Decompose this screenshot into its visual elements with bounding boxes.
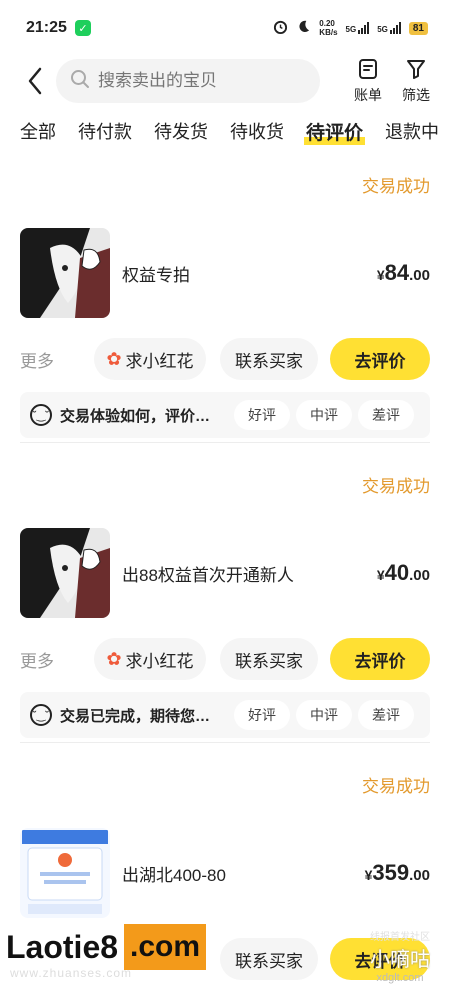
product-thumbnail <box>20 228 110 318</box>
watermark-domain: .com <box>124 924 207 970</box>
contact-buyer-button[interactable]: 联系买家 <box>220 638 318 680</box>
rate-good-button[interactable]: 好评 <box>234 700 290 730</box>
wechat-icon: ✓ <box>74 20 91 36</box>
review-button[interactable]: 去评价 <box>330 338 430 380</box>
watermark-badge-top: 线报首发社区 <box>370 932 430 943</box>
item-title: 出湖北400-80 <box>122 865 226 885</box>
ask-flower-button[interactable]: ✿ 求小红花 <box>94 338 206 380</box>
tab-pending-shipment[interactable]: 待发货 <box>154 118 208 144</box>
price-decimal: .00 <box>409 567 430 584</box>
net-type-1: 5G <box>345 25 357 34</box>
order-item[interactable]: 出88权益首次开通新人 ¥40.00 <box>20 528 430 618</box>
status-time: 21:25 <box>26 19 67 36</box>
signal-icon <box>358 22 370 34</box>
product-thumbnail <box>20 828 110 918</box>
tab-pending-receipt[interactable]: 待收货 <box>230 118 284 144</box>
divider <box>20 742 430 743</box>
bill-label: 账单 <box>354 86 382 103</box>
header: 账单 筛选 <box>0 56 450 106</box>
more-button[interactable]: 更多 <box>20 647 54 672</box>
tab-pending-review[interactable]: 待评价 <box>303 118 366 145</box>
item-title: 权益专拍 <box>122 265 190 285</box>
price-int: 84 <box>384 260 410 285</box>
feedback-bar: ˘‿˘ 交易已完成，期待您… 好评 中评 差评 <box>20 692 430 738</box>
status-bar: 21:25 ✓ 0.20 KB/s 5G 5G 81 <box>0 0 450 56</box>
price-int: 359 <box>372 860 410 885</box>
rate-bad-button[interactable]: 差评 <box>358 400 414 430</box>
review-button[interactable]: 去评价 <box>330 638 430 680</box>
bill-icon <box>357 58 379 83</box>
watermark-brand: Laotie8 <box>6 928 119 965</box>
rate-neutral-button[interactable]: 中评 <box>296 400 352 430</box>
ask-flower-label: 求小红花 <box>125 351 194 371</box>
feedback-prompt: 交易体验如何，评价… <box>60 407 211 425</box>
net-type-2: 5G <box>377 25 388 34</box>
price-decimal: .00 <box>409 267 430 284</box>
action-row: 更多 ✿ 求小红花 联系买家 去评价 <box>20 638 430 680</box>
status-right: 0.20 KB/s 5G 5G 81 <box>273 19 428 37</box>
signal-1: 5G <box>346 22 370 34</box>
order-status: 交易成功 <box>362 177 430 196</box>
smile-icon: ˘‿˘ <box>30 404 52 426</box>
search-input[interactable] <box>98 71 298 91</box>
feedback-prompt: 交易已完成，期待您… <box>60 707 211 725</box>
filter-icon <box>405 58 427 83</box>
filter-label: 筛选 <box>402 86 430 103</box>
net-speed-unit: KB/s <box>319 28 338 37</box>
watermark-badge-main: 小嘀咕 <box>370 949 430 971</box>
rate-good-button[interactable]: 好评 <box>234 400 290 430</box>
status-left: 21:25 ✓ <box>26 19 91 37</box>
net-speed: 0.20 KB/s <box>319 19 337 37</box>
action-row: 更多 ✿ 求小红花 联系买家 去评价 <box>20 338 430 380</box>
feedback-bar: ˘‿˘ 交易体验如何，评价… 好评 中评 差评 <box>20 392 430 438</box>
ask-flower-label: 求小红花 <box>125 651 194 671</box>
bill-button[interactable]: 账单 <box>354 58 382 105</box>
rate-neutral-button[interactable]: 中评 <box>296 700 352 730</box>
price-decimal: .00 <box>409 867 430 884</box>
back-icon[interactable] <box>20 66 50 96</box>
order-tabs: 全部 待付款 待发货 待收货 待评价 退款中 <box>0 106 450 156</box>
signal-2: 5G <box>377 22 401 34</box>
item-price: ¥40.00 <box>377 560 430 586</box>
filter-button[interactable]: 筛选 <box>402 58 430 105</box>
watermark-badge: 线报首发社区 小嘀咕 xdglt.com <box>360 928 440 994</box>
flower-icon: ✿ <box>106 348 122 369</box>
price-currency: ¥ <box>376 267 385 283</box>
ask-flower-button[interactable]: ✿ 求小红花 <box>94 638 206 680</box>
alarm-icon <box>273 19 288 37</box>
search-box[interactable] <box>56 59 320 103</box>
tab-pending-payment[interactable]: 待付款 <box>78 118 132 144</box>
order-card: 交易成功 出88权益首次开通新人 ¥40.00 更多 ✿ 求小红花 联系买家 去… <box>20 472 430 740</box>
battery-icon: 81 <box>408 21 428 35</box>
order-status: 交易成功 <box>362 477 430 496</box>
signal-icon <box>389 22 401 34</box>
order-item[interactable]: 出湖北400-80 ¥359.00 <box>20 828 430 918</box>
order-card: 交易成功 权益专拍 ¥84.00 更多 ✿ 求小红花 联系买家 去评价 ˘‿˘ … <box>20 172 430 440</box>
item-price: ¥359.00 <box>365 860 430 886</box>
contact-buyer-button[interactable]: 联系买家 <box>220 338 318 380</box>
tab-refunding[interactable]: 退款中 <box>385 118 439 144</box>
product-thumbnail <box>20 528 110 618</box>
divider <box>20 442 430 443</box>
order-item[interactable]: 权益专拍 ¥84.00 <box>20 228 430 318</box>
search-icon <box>70 69 90 94</box>
item-price: ¥84.00 <box>377 260 430 286</box>
net-speed-value: 0.20 <box>319 19 335 28</box>
header-actions: 账单 筛选 <box>354 58 430 105</box>
watermark-sub: www.zhuanses.com <box>10 966 133 980</box>
smile-icon: ˘‿˘ <box>30 704 52 726</box>
price-currency: ¥ <box>376 567 385 583</box>
watermark-logo: Laotie8 .com <box>6 922 246 972</box>
item-title: 出88权益首次开通新人 <box>122 565 294 585</box>
price-int: 40 <box>384 560 410 585</box>
tab-all[interactable]: 全部 <box>20 118 56 144</box>
moon-icon <box>296 19 311 37</box>
watermark-badge-url: xdglt.com <box>376 972 424 984</box>
rate-bad-button[interactable]: 差评 <box>358 700 414 730</box>
flower-icon: ✿ <box>106 648 122 669</box>
more-button[interactable]: 更多 <box>20 347 54 372</box>
order-status: 交易成功 <box>362 777 430 796</box>
